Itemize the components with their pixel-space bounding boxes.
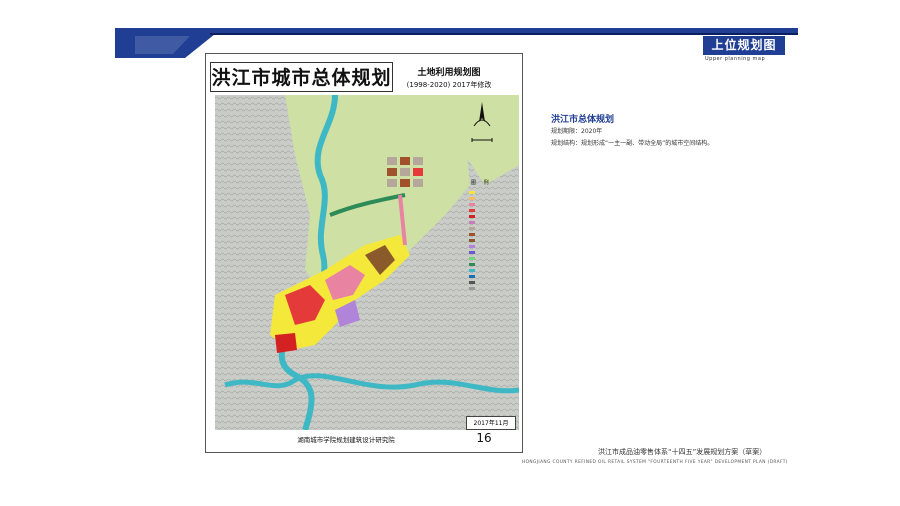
footer-title-en: HONGJIANG COUNTY REFINED OIL RETAIL SYST… (522, 460, 788, 465)
footer-title-cn: 洪江市成品油零售体系“十四五”发展规划方案（草案） (598, 448, 767, 456)
plan-heading: 洪江市总体规划 (551, 115, 615, 125)
plan-structure: 规划结构：规划形成“一主一副、带动全局”的城市空间结构。 (551, 140, 714, 147)
map-page-number: 16 (476, 431, 492, 445)
map-organization: 湖南城市学院规划建筑设计研究院 (297, 436, 395, 444)
section-title: 上位规划图 (703, 36, 785, 55)
section-subtitle: Upper planning map (705, 56, 766, 62)
plan-main-title: 洪江市城市总体规划 (210, 62, 393, 92)
plan-period: 规划期限：2020年 (551, 128, 603, 135)
map-title: 土地利用规划图 (417, 68, 481, 78)
legend-swatches (469, 191, 475, 290)
north-development-blocks (387, 157, 423, 187)
map-subtitle: (1998-2020) 2017年修改 (406, 81, 492, 89)
commercial-land-south (275, 333, 297, 353)
compass-icon (471, 102, 493, 142)
map-date: 2017年11月 (466, 416, 516, 430)
legend-title: 图 例 (471, 180, 492, 186)
